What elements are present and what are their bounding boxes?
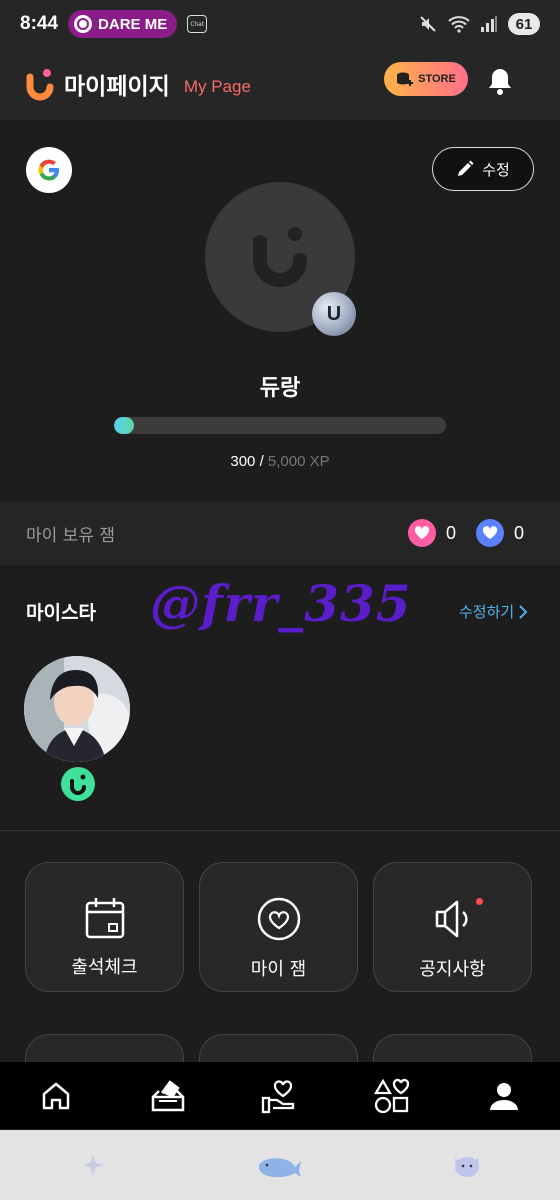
chevron-right-icon [519,604,528,619]
heart-circle-icon [257,897,300,941]
notification-pill[interactable]: DARE ME [68,10,178,38]
battery-indicator: 61 [508,13,540,35]
dock-cat[interactable] [373,1130,560,1200]
signal-icon [481,16,497,32]
nickname: 듀랑 [259,376,301,401]
page-title: 마이페이지 [64,74,170,100]
star-portrait-image [24,656,130,762]
nav-donate[interactable] [224,1062,336,1129]
donate-icon [261,1079,295,1113]
xp-progress-bar [114,417,446,434]
gem-counts: 0 0 [407,519,534,547]
level-badge: U [312,292,356,336]
notification-pill-label: DARE ME [98,15,168,33]
status-time: 8:44 [20,13,59,34]
blue-gem-count: 0 [513,522,524,543]
nav-home[interactable] [0,1062,112,1129]
home-icon [42,1082,70,1109]
xp-text: 300 / 5,000 XP [0,453,560,470]
mystar-section: 마이스타 @frr_335 수정하기 [0,566,560,831]
watermark: @frr_335 [150,574,412,633]
nav-shapes[interactable] [336,1062,448,1129]
status-icons: 61 [418,13,540,35]
app-screen: 8:44 DARE ME Chat 61 마이페이지 My Page STORE [0,0,560,1200]
menu-notice[interactable]: 공지사항 [373,862,532,992]
menu-my-gem[interactable]: 마이 잼 [199,862,358,992]
blue-heart-icon [475,519,504,547]
xp-max: 5,000 XP [267,453,330,470]
page-subtitle: My Page [183,77,251,96]
default-avatar-logo-icon [253,227,307,287]
mystar-edit-link[interactable]: 수정하기 [459,601,528,622]
xp-separator: / [259,453,264,470]
coin-stack-icon [397,72,414,86]
new-notice-dot [476,898,483,905]
gem-balance-label: 마이 보유 잼 [26,525,116,546]
mystar-edit-label: 수정하기 [459,603,515,621]
status-bar: 8:44 DARE ME Chat 61 [0,0,560,48]
whale-icon [258,1158,301,1177]
profile-section: 수정 U 듀랑 300 / 5,000 XP [0,120,560,500]
speaker-icon [435,900,468,938]
pencil-icon [458,160,474,176]
gem-balance-bar[interactable]: 마이 보유 잼 0 0 [0,501,560,565]
record-icon [74,15,93,33]
vote-icon [151,1079,185,1111]
dock-sparkle[interactable] [0,1130,187,1200]
menu-attendance-label: 출석체크 [71,957,138,978]
edit-profile-label: 수정 [482,160,510,179]
mystar-title: 마이스타 [26,602,96,624]
system-dock [0,1130,560,1200]
star-avatar[interactable] [24,656,130,762]
sparkle-icon [83,1155,104,1175]
level-badge-letter: U [326,302,342,325]
nav-profile[interactable] [448,1062,560,1129]
notifications-button[interactable] [484,64,516,98]
xp-progress-fill [114,417,134,434]
calendar-icon [85,898,124,939]
menu-notice-label: 공지사항 [419,959,486,980]
menu-my-gem-label: 마이 잼 [250,959,307,980]
store-button[interactable]: STORE [384,62,468,96]
wifi-icon [448,16,470,33]
pink-gem-count: 0 [445,522,456,543]
nav-vote[interactable] [112,1062,224,1129]
mute-icon [420,16,436,32]
profile-icon [490,1082,518,1110]
edit-profile-button[interactable]: 수정 [432,147,534,191]
app-logo-icon [26,69,54,101]
shapes-icon [374,1078,410,1113]
xp-current: 300 [230,453,256,470]
store-button-label: STORE [418,73,456,85]
pink-heart-icon [407,519,436,547]
bottom-nav [0,1062,560,1129]
bell-icon [489,69,511,95]
chat-icon: Chat [187,15,208,33]
menu-attendance[interactable]: 출석체크 [25,862,184,992]
cat-face-icon [454,1157,479,1177]
dock-whale[interactable] [187,1130,374,1200]
app-header: 마이페이지 My Page STORE [0,48,560,120]
google-account-icon [26,147,72,193]
app-badge-icon [61,767,95,801]
